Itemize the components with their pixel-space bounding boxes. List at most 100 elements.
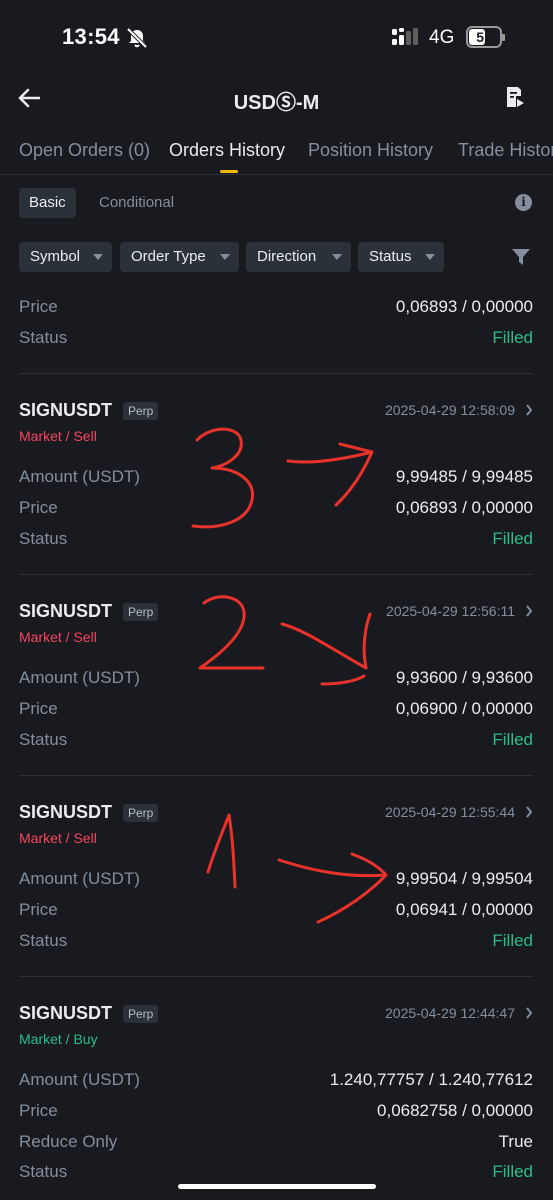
row-label: Amount (USDT) [19, 869, 140, 888]
filter-label: Symbol [30, 248, 81, 265]
perp-badge: Perp [123, 1005, 159, 1023]
row-label: Status [19, 931, 68, 950]
order-status-row: Status Filled [19, 328, 533, 352]
battery-level: 51 [476, 29, 492, 45]
row-label: Amount (USDT) [19, 467, 140, 486]
timestamp: 2025-04-29 12:56:11 [386, 603, 515, 619]
caret-down-icon [332, 254, 342, 260]
caret-down-icon [425, 254, 435, 260]
order-status-row: Status Filled [19, 1162, 533, 1186]
order-amount-row: Amount (USDT) 1.240,77757 / 1.240,77612 [19, 1070, 533, 1094]
perp-badge: Perp [123, 603, 159, 621]
order-side: Market / Sell [19, 830, 97, 846]
status-value: Filled [492, 931, 533, 950]
page-title: USDⓈ-M [233, 92, 320, 114]
order-side: Market / Sell [19, 428, 97, 444]
order-status-row: Status Filled [19, 931, 533, 955]
row-label: Amount (USDT) [19, 668, 140, 687]
row-value: 0,06893 / 0,00000 [395, 297, 533, 316]
order-side: Market / Sell [19, 629, 97, 645]
divider [19, 574, 533, 575]
row-value: 9,99504 / 9,99504 [395, 869, 533, 888]
row-label: Price [19, 1101, 58, 1120]
network-type: 4G [429, 27, 455, 48]
order-card-header[interactable]: SIGNUSDT Perp 2025-04-29 12:58:09 Market… [19, 400, 533, 450]
tab-trade-history[interactable]: Trade History [458, 140, 553, 161]
tab-orders-history[interactable]: Orders History [169, 140, 285, 161]
tab-open-orders[interactable]: Open Orders (0) [19, 140, 150, 161]
filter-status[interactable]: Status [358, 242, 444, 272]
order-card-header[interactable]: SIGNUSDT Perp 2025-04-29 12:55:44 Market… [19, 802, 533, 852]
order-amount-row: Amount (USDT) 9,93600 / 9,93600 [19, 668, 533, 692]
clock: 13:54 [62, 24, 120, 49]
chevron-right-icon[interactable] [525, 404, 533, 416]
timestamp: 2025-04-29 12:44:47 [385, 1005, 515, 1021]
row-label: Status [19, 1162, 68, 1181]
row-label: Price [19, 498, 58, 517]
row-label: Status [19, 529, 68, 548]
order-status-row: Status Filled [19, 730, 533, 754]
order-amount-row: Amount (USDT) 9,99485 / 9,99485 [19, 467, 533, 491]
row-label: Amount (USDT) [19, 1070, 140, 1089]
filter-label: Direction [257, 248, 317, 265]
subtab-basic[interactable]: Basic [19, 188, 76, 218]
row-value: 9,99485 / 9,99485 [395, 467, 533, 486]
nav-header: USDⓈ-M [0, 76, 553, 122]
symbol: SIGNUSDT [19, 802, 113, 822]
funnel-icon[interactable] [512, 248, 530, 266]
filter-order-type[interactable]: Order Type [120, 242, 239, 272]
tab-position-history[interactable]: Position History [308, 140, 433, 161]
order-card-header[interactable]: SIGNUSDT Perp 2025-04-29 12:56:11 Market… [19, 601, 533, 651]
chevron-right-icon[interactable] [525, 1007, 533, 1019]
signal-icon [392, 28, 418, 45]
chevron-right-icon[interactable] [525, 806, 533, 818]
row-label: Price [19, 297, 58, 316]
status-bar: 13:54 4G 51 [0, 0, 553, 76]
row-label: Status [19, 730, 68, 749]
status-value: Filled [492, 529, 533, 548]
row-value: 0,0682758 / 0,00000 [377, 1101, 533, 1120]
filter-bar: Symbol Order Type Direction Status [0, 242, 553, 272]
active-tab-indicator [220, 170, 238, 173]
order-status-row: Status Filled [19, 529, 533, 553]
row-value: True [498, 1132, 533, 1151]
filter-symbol[interactable]: Symbol [19, 242, 112, 272]
order-reduce-only-row: Reduce Only True [19, 1132, 533, 1156]
document-icon[interactable] [505, 86, 525, 108]
subtabs: Basic Conditional i [0, 188, 553, 218]
order-price-row: Price 0,06941 / 0,00000 [19, 900, 533, 924]
perp-badge: Perp [123, 402, 159, 420]
filter-label: Status [369, 248, 412, 265]
row-value: 0,06893 / 0,00000 [395, 498, 533, 517]
order-price-row: Price 0,06893 / 0,00000 [19, 498, 533, 522]
timestamp: 2025-04-29 12:55:44 [385, 804, 515, 820]
info-icon[interactable]: i [515, 194, 532, 211]
filter-label: Order Type [131, 248, 206, 265]
order-side: Market / Buy [19, 1031, 98, 1047]
symbol: SIGNUSDT [19, 1003, 113, 1023]
status-value: Filled [492, 730, 533, 749]
order-price-row: Price 0,06893 / 0,00000 [19, 297, 533, 321]
caret-down-icon [93, 254, 103, 260]
divider [0, 174, 553, 175]
row-value: 0,06900 / 0,00000 [395, 699, 533, 718]
caret-down-icon [220, 254, 230, 260]
bell-muted-icon [126, 27, 148, 49]
row-value: 1.240,77757 / 1.240,77612 [329, 1070, 533, 1089]
symbol: SIGNUSDT [19, 400, 113, 420]
row-value: 0,06941 / 0,00000 [395, 900, 533, 919]
divider [19, 976, 533, 977]
perp-badge: Perp [123, 804, 159, 822]
order-card-header[interactable]: SIGNUSDT Perp 2025-04-29 12:44:47 Market… [19, 1003, 533, 1053]
symbol: SIGNUSDT [19, 601, 113, 621]
row-label: Price [19, 900, 58, 919]
divider [19, 775, 533, 776]
subtab-conditional[interactable]: Conditional [89, 188, 184, 218]
filter-direction[interactable]: Direction [246, 242, 351, 272]
row-label: Status [19, 328, 68, 347]
row-label: Reduce Only [19, 1132, 118, 1151]
order-amount-row: Amount (USDT) 9,99504 / 9,99504 [19, 869, 533, 893]
home-indicator[interactable] [178, 1184, 376, 1189]
battery-icon: 51 [466, 26, 505, 48]
chevron-right-icon[interactable] [525, 605, 533, 617]
